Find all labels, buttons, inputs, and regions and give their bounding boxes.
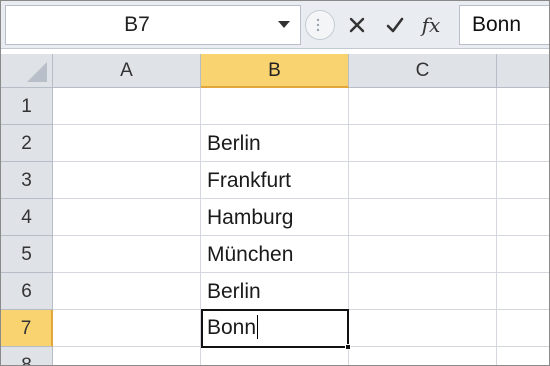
insert-function-button[interactable]: fx	[417, 11, 445, 39]
row-header-5[interactable]: 5	[1, 236, 53, 273]
formula-bar: B7 fx Bonn	[1, 1, 549, 49]
column-header-a[interactable]: A	[53, 54, 201, 88]
row-header-2[interactable]: 2	[1, 125, 53, 162]
column-header-b[interactable]: B	[201, 54, 349, 88]
row-header-8[interactable]: 8	[1, 347, 53, 365]
row-header-3[interactable]: 3	[1, 162, 53, 199]
column-header-c[interactable]: C	[349, 54, 497, 88]
select-all-corner[interactable]	[1, 54, 53, 88]
cell-area[interactable]: Berlin Frankfurt Hamburg München Berlin …	[53, 88, 549, 365]
spreadsheet-window: B7 fx Bonn A B C 1 2 3 4 5 6 7 8 Berlin …	[0, 0, 550, 366]
check-icon[interactable]	[381, 11, 409, 39]
active-cell-text[interactable]: Bonn	[207, 316, 256, 339]
worksheet-grid: A B C 1 2 3 4 5 6 7 8 Berlin Frankfurt H…	[1, 54, 549, 365]
formula-controls: fx	[303, 7, 455, 43]
formula-value[interactable]: Bonn	[472, 6, 521, 44]
cell-b4[interactable]: Hamburg	[201, 199, 349, 236]
chevron-down-icon[interactable]	[272, 6, 296, 44]
cell-b1[interactable]	[201, 88, 349, 125]
name-box-value[interactable]: B7	[6, 6, 268, 44]
row-header-1[interactable]: 1	[1, 88, 53, 125]
cell-b3[interactable]: Frankfurt	[201, 162, 349, 199]
text-caret	[257, 314, 259, 339]
row-header-6[interactable]: 6	[1, 273, 53, 310]
cell-b5[interactable]: München	[201, 236, 349, 273]
cancel-icon[interactable]	[343, 11, 371, 39]
name-box[interactable]: B7	[5, 5, 301, 45]
formula-input[interactable]: Bonn	[459, 5, 549, 45]
row-header-4[interactable]: 4	[1, 199, 53, 236]
cell-b6[interactable]: Berlin	[201, 273, 349, 310]
cell-b2[interactable]: Berlin	[201, 125, 349, 162]
grip-handle-icon[interactable]	[305, 10, 335, 40]
active-cell-b7[interactable]: Bonn	[201, 309, 351, 350]
row-header-7[interactable]: 7	[1, 310, 53, 347]
column-header-d[interactable]	[497, 54, 549, 88]
fill-handle[interactable]	[345, 344, 351, 350]
